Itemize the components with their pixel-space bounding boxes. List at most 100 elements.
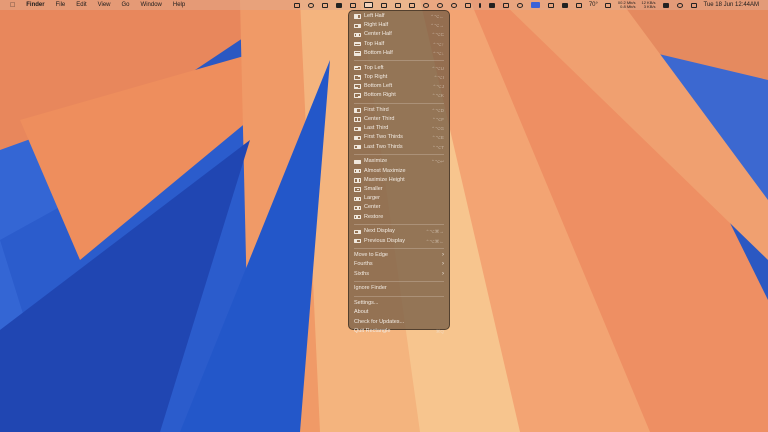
menu-item-center-half[interactable]: Center Half ⌃⌥C [352,30,446,39]
menu-item-last-two-thirds[interactable]: Last Two Thirds ⌃⌥T [352,143,446,152]
menu-item-move-to-edge[interactable]: Move to Edge › [352,251,446,260]
layout-restore-icon [354,214,361,220]
menu-item-first-two-thirds[interactable]: First Two Thirds ⌃⌥E [352,133,446,142]
layout-bottom-icon [354,51,361,56]
menu-item-bottom-half[interactable]: Bottom Half ⌃⌥↓ [352,49,446,58]
menu-item-check-for-updates[interactable]: Check for Updates... [352,318,446,327]
menu-item-settings[interactable]: Settings... [352,299,446,308]
battery-status-icon[interactable] [662,2,669,8]
volume-icon[interactable] [561,2,568,8]
menu-item-shortcut: ⌃⌥C [431,32,444,38]
menu-item-bottom-left[interactable]: Bottom Left ⌃⌥J [352,82,446,91]
layout-tt2-icon [354,144,361,150]
menu-item-label: Previous Display [364,237,405,244]
control-icon[interactable] [516,2,523,8]
microphone-icon[interactable] [335,2,342,8]
menu-item-label: Center Half [364,31,392,38]
control-center-icon[interactable] [690,2,697,8]
screen-icon[interactable] [380,2,387,8]
menu-item-shortcut: ⌃⌥⌘← [425,238,444,244]
menu-item-center[interactable]: Center [352,203,446,212]
clock[interactable]: Tue 18 Jun 12:44AM [704,2,759,8]
record-icon[interactable] [307,2,314,8]
menu-item-last-third[interactable]: Last Third ⌃⌥G [352,124,446,133]
menubar-item-help[interactable]: Help [173,2,185,8]
menu-bar:  Finder File Edit View Go Window Help 70° 00.… [0,0,768,10]
menu-separator [354,224,444,226]
display-active-icon[interactable] [530,2,540,8]
menu-item-almost-maximize[interactable]: Almost Maximize [352,167,446,176]
menu-item-label: About [354,309,369,316]
menu-item-quit-rectangle[interactable]: Quit Rectangle ⌘Q [352,327,446,336]
menu-item-sixths[interactable]: Sixths › [352,270,446,279]
globe-icon[interactable] [422,2,429,8]
shield-icon[interactable] [436,2,443,8]
monitor-icon[interactable] [408,2,415,8]
menu-item-shortcut: ⌃⌥U [431,65,444,71]
menu-item-left-half[interactable]: Left Half ⌃⌥← [352,12,446,21]
chart-icon[interactable] [394,2,401,8]
keyboard-icon[interactable] [547,2,554,8]
menu-item-label: Restore [364,213,384,220]
timer-icon[interactable] [450,2,457,8]
menu-item-maximize-height[interactable]: Maximize Height [352,176,446,185]
menu-item-label: First Third [364,106,389,113]
weather-icon[interactable] [575,2,582,8]
menu-item-top-left[interactable]: Top Left ⌃⌥U [352,64,446,73]
wifi-status-icon[interactable] [676,2,683,8]
chevron-right-icon: › [442,261,444,268]
menu-item-previous-display[interactable]: Previous Display ⌃⌥⌘← [352,237,446,246]
display-icon[interactable] [293,2,300,8]
menu-item-smaller[interactable]: Smaller [352,185,446,194]
menubar-item-finder[interactable]: Finder [26,2,44,8]
layout-tl-icon [354,65,361,71]
menu-item-top-right[interactable]: Top Right ⌃⌥I [352,73,446,82]
clipboard-icon[interactable] [321,2,328,8]
menu-item-shortcut: ⌃⌥← [430,14,444,19]
menubar-item-window[interactable]: Window [141,2,162,8]
chevron-icon[interactable] [478,2,481,8]
menu-item-shortcut: ⌃⌥K [431,93,444,99]
network-stats[interactable]: 00.2 Mb/s 0.8 Mb/s [618,1,636,9]
layout-large-icon [354,196,361,201]
menu-item-right-half[interactable]: Right Half ⌃⌥→ [352,21,446,30]
calendar-icon[interactable] [464,2,471,8]
layout-tr-icon [354,75,361,80]
menu-item-center-third[interactable]: Center Third ⌃⌥F [352,115,446,124]
menu-item-larger[interactable]: Larger [352,194,446,203]
menu-item-label: Check for Updates... [354,318,405,325]
menubar-item-view[interactable]: View [98,2,111,8]
menu-item-shortcut: ⌃⌥↓ [432,50,444,56]
menu-item-ignore-finder[interactable]: Ignore Finder [352,284,446,293]
layout-center-icon [354,32,361,38]
rectangle-menu-icon[interactable] [363,2,373,8]
menu-separator [354,102,444,104]
menubar-item-file[interactable]: File [56,2,66,8]
menubar-item-edit[interactable]: Edit [76,2,86,8]
menu-item-shortcut: ⌃⌥D [431,107,444,113]
menu-item-shortcut: ⌃⌥F [432,117,444,123]
cpu-stats[interactable]: 12 KB/s 3 KB/s [642,1,656,9]
menu-item-next-display[interactable]: Next Display ⌃⌥⌘→ [352,227,446,236]
menu-item-label: Fourths [354,261,373,268]
menu-item-label: Bottom Right [364,92,396,99]
menu-item-bottom-right[interactable]: Bottom Right ⌃⌥K [352,91,446,100]
menu-item-top-half[interactable]: Top Half ⌃⌥↑ [352,40,446,49]
window-icon[interactable] [349,2,356,8]
apple-icon[interactable]:  [10,2,15,9]
layout-small-icon [354,187,361,192]
menu-item-first-third[interactable]: First Third ⌃⌥D [352,106,446,115]
menu-item-restore[interactable]: Restore [352,213,446,222]
menubar-item-go[interactable]: Go [122,2,130,8]
menu-item-maximize[interactable]: Maximize ⌃⌥↩ [352,157,446,166]
battery-icon[interactable] [488,2,495,8]
menu-item-about[interactable]: About [352,308,446,317]
menu-item-fourths[interactable]: Fourths › [352,260,446,269]
menu-item-label: Almost Maximize [364,167,406,174]
wifi-icon[interactable] [502,2,509,8]
menu-item-shortcut: ⌃⌥E [431,135,444,141]
sun-icon[interactable] [604,2,611,8]
temperature[interactable]: 70° [589,2,598,8]
menu-item-shortcut: ⌃⌥G [431,126,444,132]
menu-separator [354,281,444,283]
